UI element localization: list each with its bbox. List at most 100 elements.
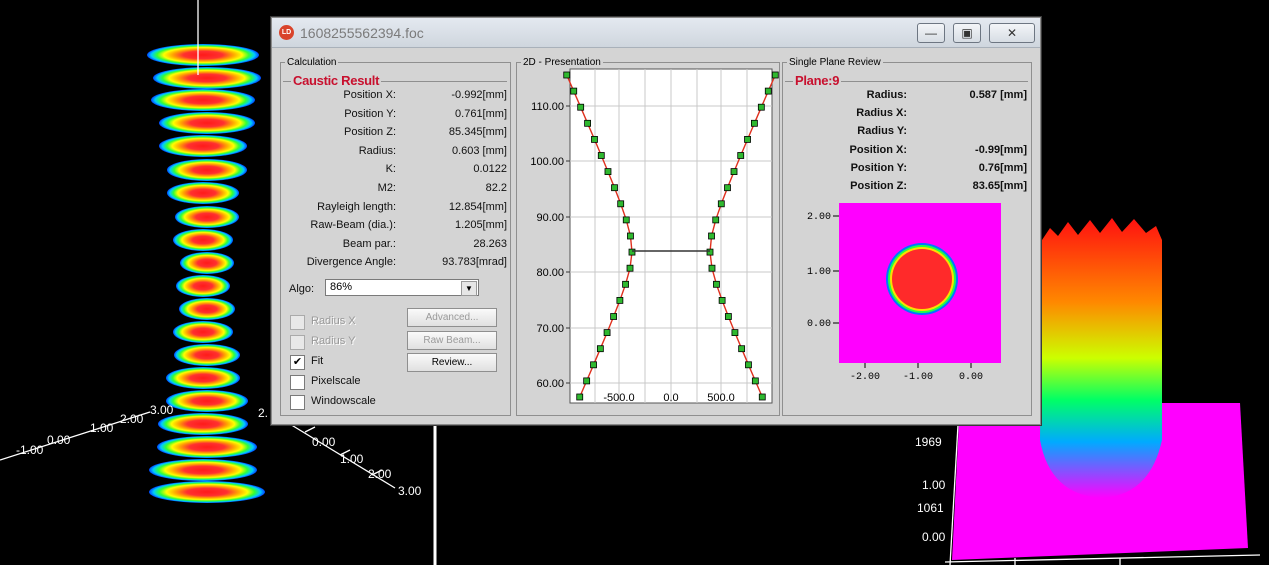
data-point — [771, 71, 779, 79]
data-point — [758, 393, 766, 401]
minimize-icon: — — [925, 26, 937, 40]
calculation-panel: Calculation Caustic Result Position X: -0… — [280, 57, 511, 416]
beam-spot — [892, 249, 952, 309]
data-point — [570, 87, 578, 95]
data-point — [751, 377, 759, 385]
axis-label: 0.00 — [922, 530, 946, 544]
algo-select[interactable]: 86% ▼ — [325, 279, 479, 296]
caustic-disc — [153, 67, 261, 89]
calc-row-label: Beam par.: — [342, 237, 396, 250]
axis-label: 3.00 — [398, 484, 422, 498]
checkbox-windowscale[interactable] — [290, 395, 305, 410]
caustic-disc — [179, 298, 235, 320]
algo-value: 86% — [330, 281, 353, 293]
calc-row: Raw-Beam (dia.): 1.205[mm] — [281, 219, 510, 237]
data-point — [576, 393, 584, 401]
data-point — [706, 248, 714, 256]
plane-row-label: Position X: — [849, 143, 907, 156]
data-point — [712, 216, 720, 224]
raw-beam-button[interactable]: Raw Beam... — [407, 331, 497, 350]
data-point — [583, 377, 591, 385]
data-point — [713, 280, 720, 288]
plane-row-label: Radius X: — [856, 107, 907, 120]
calc-row: Position X: -0.992[mm] — [281, 89, 510, 107]
restore-button[interactable]: ▣ — [953, 23, 981, 43]
data-point — [603, 329, 611, 337]
axis-label: 1.00 — [340, 452, 364, 466]
calc-row-value: 85.345[mm] — [448, 126, 507, 139]
presentation-panel: 2D - Presentation 110.00 100.00 90.00 80.00… — [516, 57, 780, 416]
title-bar[interactable]: LD 1608255562394.foc — ▣ ✕ — [272, 18, 1040, 48]
caustic-disc — [147, 44, 259, 66]
data-point — [757, 103, 765, 111]
checkbox-label: Windowscale — [311, 395, 376, 407]
plane-row-value: 0.587 [mm] — [969, 89, 1027, 101]
plane-row-label: Position Y: — [850, 161, 907, 174]
plane-y-tick: 1.00 — [807, 267, 831, 278]
caustic-result-heading: Caustic Result — [291, 73, 382, 88]
y-tick-label: 60.00 — [536, 378, 564, 390]
plane-row-value: -0.99[mm] — [975, 143, 1027, 156]
y-tick-label: 80.00 — [536, 267, 564, 279]
checkbox-fit[interactable]: ✔ — [290, 355, 305, 370]
checkbox-label: Pixelscale — [311, 375, 361, 387]
calc-row-label: Radius: — [358, 144, 396, 157]
plane-row-label: Radius Y: — [857, 125, 907, 138]
checkbox-radius-y[interactable] — [290, 335, 305, 350]
close-button[interactable]: ✕ — [989, 23, 1035, 43]
data-point — [577, 103, 585, 111]
calc-row-label: Position Y: — [344, 107, 396, 120]
data-point — [730, 168, 738, 175]
calc-row-label: Divergence Angle: — [306, 256, 396, 269]
data-point — [622, 216, 630, 224]
advanced-button[interactable]: Advanced... — [407, 308, 497, 327]
checkbox-radius-x[interactable] — [290, 315, 305, 330]
caustic-disc — [167, 159, 247, 181]
axis-label: 3.00 — [150, 403, 174, 417]
data-point — [764, 87, 772, 95]
calc-row: M2: 82.2 — [281, 182, 510, 200]
axis-label: -1.00 — [16, 443, 44, 457]
plane-x-tick: 0.00 — [959, 372, 983, 383]
caustic-disc — [157, 436, 257, 458]
checkbox-label: Fit — [311, 355, 324, 367]
data-point — [745, 361, 752, 369]
plane-x-tick: -2.00 — [850, 372, 880, 383]
calc-row-label: Position X: — [343, 89, 396, 101]
minimize-button[interactable]: — — [917, 23, 945, 43]
single-plane-panel: Single Plane Review Plane:9 Radius: 0.587… — [782, 57, 1032, 416]
axis-label: 1.00 — [922, 478, 946, 492]
plane-row: Position Z: 83.65[mm] — [783, 180, 1031, 198]
review-button[interactable]: Review... — [407, 353, 497, 372]
axis-label: 0.00 — [47, 433, 71, 447]
data-point — [563, 71, 571, 79]
caustic-disc — [166, 367, 240, 389]
calc-row-value: 93.783[mrad] — [442, 256, 507, 269]
data-point — [597, 152, 605, 159]
calc-row-value: 82.2 — [485, 182, 507, 194]
axis-label: 0.00 — [312, 435, 336, 449]
single-plane-panel-title: Single Plane Review — [787, 57, 883, 68]
calc-row: K: 0.0122 — [281, 163, 510, 181]
data-point — [708, 264, 716, 272]
caustic-window: LD 1608255562394.foc — ▣ ✕ Calculation C… — [271, 17, 1041, 425]
caustic-2d-plot: 110.00 100.00 90.00 80.00 70.00 60.00 -500.0 0.… — [530, 68, 779, 404]
plane-row: Position X: -0.99[mm] — [783, 144, 1031, 162]
restore-icon: ▣ — [961, 26, 973, 40]
caustic-disc — [175, 206, 239, 228]
calc-row-value: 0.761[mm] — [455, 107, 507, 120]
plane-y-tick: 0.00 — [807, 319, 831, 330]
plane-y-tick: 2.00 — [807, 212, 831, 223]
data-point — [717, 200, 725, 208]
x-tick-label: -500.0 — [603, 392, 634, 404]
data-point — [628, 248, 636, 256]
calc-row-value: 28.263 — [473, 237, 507, 250]
caustic-disc-stack — [147, 44, 265, 503]
checkbox-pixelscale[interactable] — [290, 375, 305, 390]
y-tick-label: 100.00 — [530, 156, 564, 168]
caustic-disc — [151, 89, 255, 111]
calc-row-label: K: — [385, 163, 396, 176]
plane-row: Radius Y: — [783, 125, 1031, 143]
caustic-disc — [166, 390, 248, 412]
caustic-disc — [173, 321, 233, 343]
